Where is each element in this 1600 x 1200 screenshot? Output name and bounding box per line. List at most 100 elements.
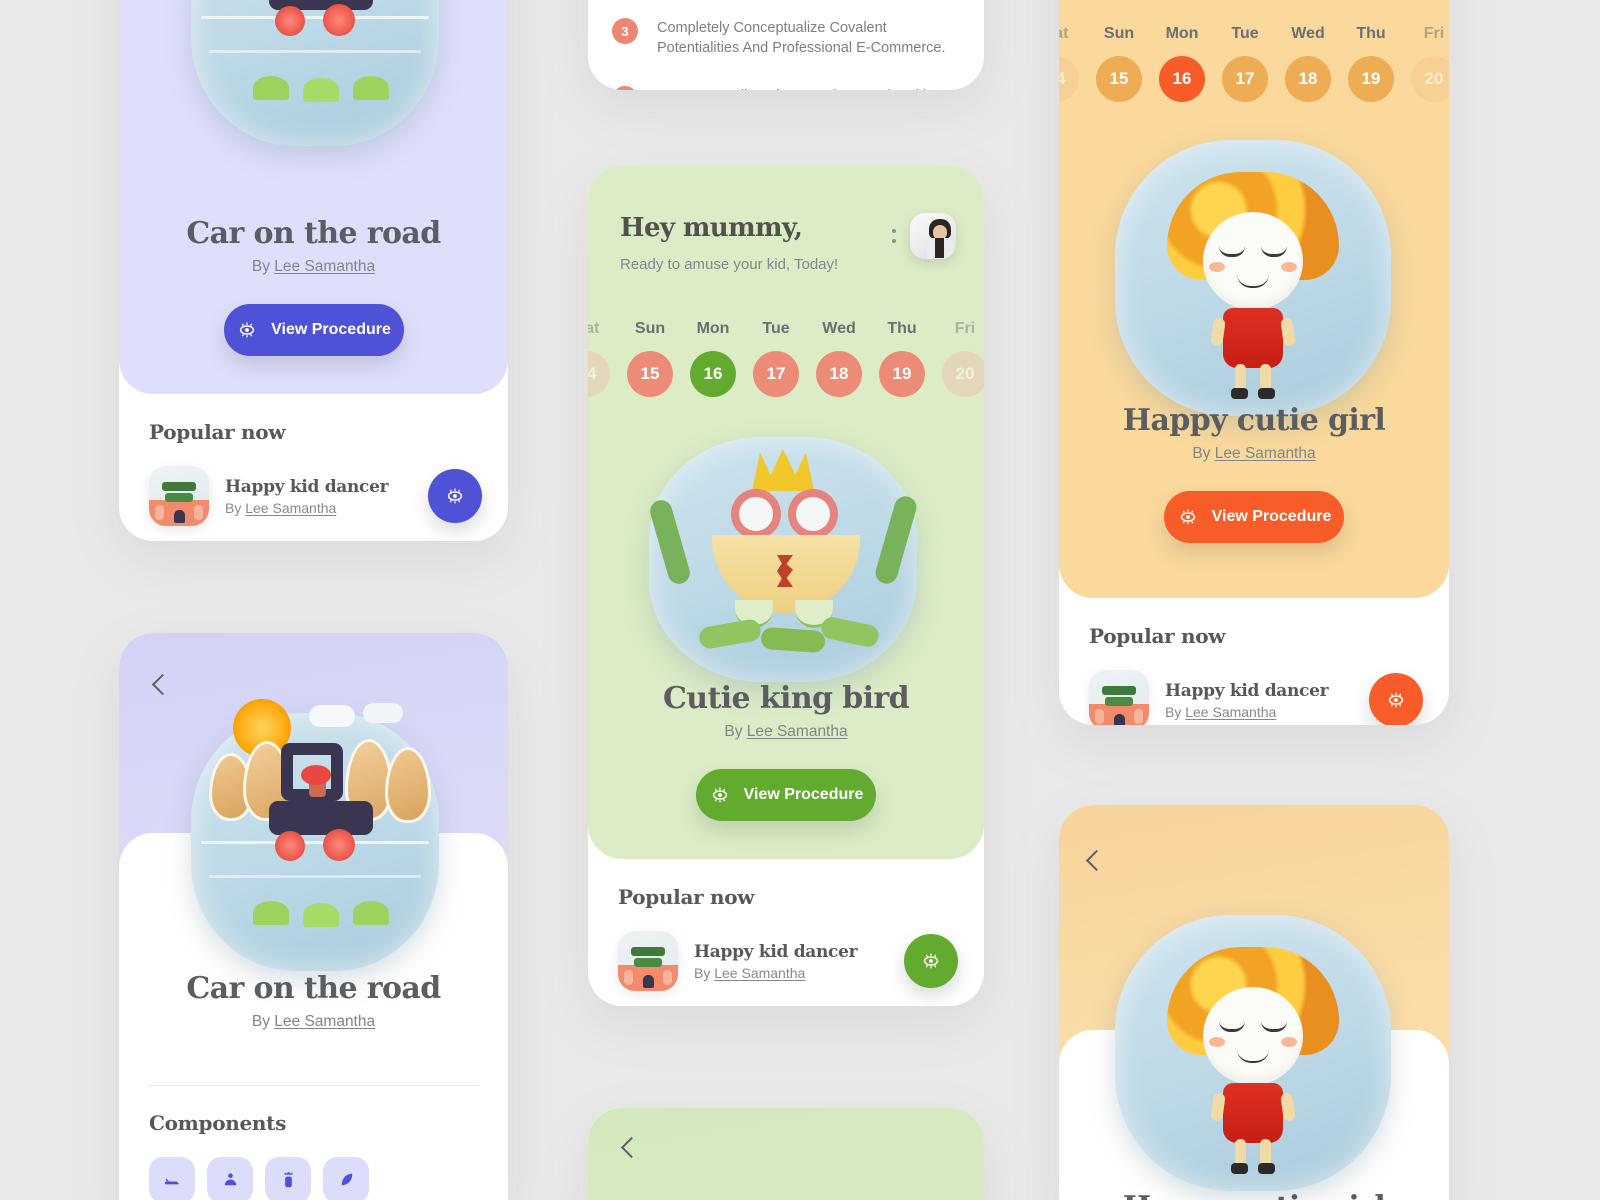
leaf-icon[interactable] bbox=[323, 1157, 369, 1200]
calendar-day[interactable]: Sun 15 bbox=[1096, 25, 1142, 102]
wheel-shape bbox=[275, 831, 305, 861]
road-line bbox=[201, 16, 429, 19]
calendar-dow: Fri bbox=[954, 320, 976, 337]
calendar-date[interactable]: 20 bbox=[1411, 56, 1449, 102]
popular-item-name: Happy kid dancer bbox=[225, 476, 389, 497]
calendar-date[interactable]: 18 bbox=[1285, 56, 1331, 102]
calendar-date[interactable]: 20 bbox=[942, 351, 984, 397]
popular-now-heading: Popular now bbox=[618, 885, 755, 909]
calendar-date[interactable]: 19 bbox=[879, 351, 925, 397]
calendar-date-selected[interactable]: 16 bbox=[690, 351, 736, 397]
calendar-day[interactable]: Sat 14 bbox=[588, 320, 610, 397]
calendar-date[interactable]: 14 bbox=[1059, 56, 1079, 102]
calendar-date[interactable]: 14 bbox=[588, 351, 610, 397]
calendar-dow: Sun bbox=[634, 320, 666, 337]
calendar-day[interactable]: Wed 18 bbox=[1285, 25, 1331, 102]
calendar-day[interactable]: Thu 19 bbox=[1348, 25, 1394, 102]
calendar-dow: Fri bbox=[1423, 25, 1445, 42]
calendar-day[interactable]: Sat 14 bbox=[1059, 25, 1079, 102]
cloud-shape bbox=[309, 705, 355, 727]
author-link[interactable]: Lee Samantha bbox=[1185, 704, 1276, 720]
list-item[interactable]: Happy kid dancer By Lee Samantha bbox=[149, 466, 482, 526]
author-link[interactable]: Lee Samantha bbox=[274, 258, 375, 275]
girl-hero: Sat 14 Sun 15 Mon 16 Tue 17 Wed 18 bbox=[1059, 0, 1449, 598]
face-shape bbox=[1203, 987, 1303, 1085]
wheel-shape bbox=[323, 4, 355, 36]
car-on-the-road-card: Car on the road By Lee Samantha View Pro… bbox=[119, 0, 508, 541]
calendar-day[interactable]: Fri 20 bbox=[1411, 25, 1449, 102]
cloud-shape bbox=[363, 703, 403, 723]
author-link[interactable]: Lee Samantha bbox=[747, 723, 848, 740]
calendar-date[interactable]: 18 bbox=[816, 351, 862, 397]
author-link[interactable]: Lee Samantha bbox=[245, 500, 336, 516]
dress-shape bbox=[1223, 1083, 1283, 1143]
girl-plate-illustration bbox=[1115, 915, 1391, 1191]
byline-prefix: By bbox=[1165, 703, 1186, 720]
eye-shape bbox=[788, 489, 838, 539]
greeting-title: Hey mummy, bbox=[620, 213, 803, 243]
calendar-day[interactable]: Tue 17 bbox=[753, 320, 799, 397]
eye-icon bbox=[1385, 689, 1407, 711]
back-button[interactable] bbox=[620, 1136, 643, 1159]
view-item-button[interactable] bbox=[904, 934, 958, 988]
calendar-strip: Sat 14 Sun 15 Mon 16 Tue 17 Wed 18 bbox=[1059, 25, 1449, 102]
view-procedure-button[interactable]: View Procedure bbox=[223, 304, 404, 356]
recipe-steps-card: 3 Completely Conceptualize Covalent Pote… bbox=[588, 0, 984, 90]
back-button[interactable] bbox=[1085, 849, 1108, 872]
calendar-date[interactable]: 17 bbox=[753, 351, 799, 397]
calendar-date-selected[interactable]: 16 bbox=[1159, 56, 1205, 102]
happy-cutie-girl-card: Sat 14 Sun 15 Mon 16 Tue 17 Wed 18 bbox=[1059, 0, 1449, 725]
popular-item-byline: By Lee Samantha bbox=[225, 500, 388, 516]
list-item: 4 Monotonectally Seize Premier Vortals W… bbox=[612, 86, 954, 90]
fruit-icon[interactable] bbox=[207, 1157, 253, 1200]
calendar-day[interactable]: Sun 15 bbox=[627, 320, 673, 397]
page-title: Car on the road bbox=[186, 216, 441, 251]
calendar-dow: Mon bbox=[696, 320, 730, 337]
popular-item-name: Happy kid dancer bbox=[694, 941, 858, 962]
grass-shape bbox=[353, 901, 389, 925]
view-item-button[interactable] bbox=[428, 469, 482, 523]
calendar-dow: Tue bbox=[1231, 25, 1259, 42]
byline: By Lee Samantha bbox=[588, 723, 984, 741]
train-body bbox=[269, 801, 373, 835]
bottle-icon[interactable] bbox=[149, 1157, 195, 1200]
calendar-day[interactable]: Mon 16 bbox=[1159, 25, 1205, 102]
face-shape bbox=[1203, 212, 1303, 310]
jar-icon[interactable] bbox=[265, 1157, 311, 1200]
screenshot-canvas: 3 Completely Conceptualize Covalent Pote… bbox=[0, 0, 1600, 1200]
calendar-day[interactable]: Tue 17 bbox=[1222, 25, 1268, 102]
list-item[interactable]: Happy kid dancer By Lee Samantha bbox=[618, 931, 958, 991]
author-link[interactable]: Lee Samantha bbox=[1215, 445, 1316, 462]
calendar-dow: Mon bbox=[1165, 25, 1199, 42]
calendar-date[interactable]: 15 bbox=[1096, 56, 1142, 102]
page-title: Cutie king bird bbox=[662, 681, 910, 716]
calendar-day[interactable]: Mon 16 bbox=[690, 320, 736, 397]
calendar-date[interactable]: 15 bbox=[627, 351, 673, 397]
calendar-day[interactable]: Thu 19 bbox=[879, 320, 925, 397]
byline-prefix: By bbox=[694, 964, 715, 981]
author-link[interactable]: Lee Samantha bbox=[274, 1013, 375, 1030]
divider bbox=[149, 1085, 478, 1086]
calendar-date[interactable]: 19 bbox=[1348, 56, 1394, 102]
car-plate-illustration bbox=[191, 0, 439, 146]
view-item-button[interactable] bbox=[1369, 673, 1423, 725]
byline: By Lee Samantha bbox=[119, 1013, 508, 1031]
calendar-dow: Tue bbox=[762, 320, 790, 337]
author-link[interactable]: Lee Samantha bbox=[714, 965, 805, 981]
calendar-date[interactable]: 17 bbox=[1222, 56, 1268, 102]
byline-prefix: By bbox=[1192, 445, 1215, 462]
eye-icon bbox=[920, 950, 942, 972]
cutie-king-bird-card: Hey mummy, Ready to amuse your kid, Toda… bbox=[588, 165, 984, 1006]
back-button[interactable] bbox=[151, 673, 174, 696]
byline-prefix: By bbox=[225, 499, 246, 516]
more-options-icon[interactable] bbox=[892, 229, 896, 243]
calendar-day[interactable]: Wed 18 bbox=[816, 320, 862, 397]
list-item[interactable]: Happy kid dancer By Lee Samantha bbox=[1089, 670, 1423, 725]
view-procedure-button[interactable]: View Procedure bbox=[1164, 491, 1344, 543]
thumbnail-image bbox=[149, 466, 209, 526]
byline: By Lee Samantha bbox=[119, 258, 508, 276]
thumbnail-image bbox=[618, 931, 678, 991]
calendar-day[interactable]: Fri 20 bbox=[942, 320, 984, 397]
view-procedure-button[interactable]: View Procedure bbox=[696, 769, 876, 821]
avatar[interactable] bbox=[910, 213, 956, 259]
